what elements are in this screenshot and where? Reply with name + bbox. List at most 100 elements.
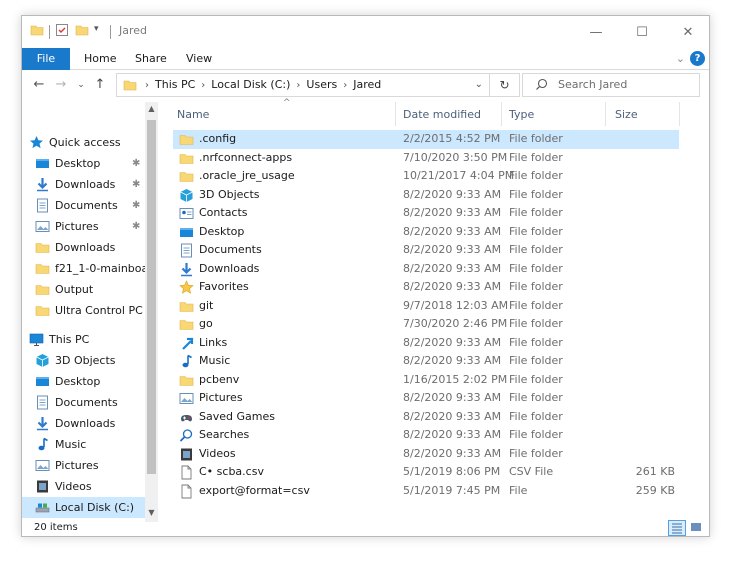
sidebar-item-label: Music: [55, 438, 87, 451]
file-name: .oracle_jre_usage: [199, 169, 295, 182]
documents-icon: [35, 198, 50, 216]
tab-file[interactable]: File: [22, 48, 70, 70]
file-row[interactable]: Desktop 8/2/2020 9:33 AM File folder: [173, 223, 679, 242]
ribbon-tabs: File Home Share View ⌄ ?: [22, 48, 709, 70]
properties-quick-icon[interactable]: [55, 23, 69, 40]
breadcrumb-jared[interactable]: Jared: [353, 78, 381, 91]
up-button[interactable]: ↑: [91, 75, 109, 95]
file-row[interactable]: Links 8/2/2020 9:33 AM File folder: [173, 334, 679, 353]
large-icons-view-button[interactable]: [688, 520, 706, 536]
sidebar-item-videos[interactable]: Videos: [22, 476, 146, 497]
tab-view[interactable]: View: [186, 48, 212, 70]
file-row[interactable]: .nrfconnect-apps 7/10/2020 3:50 PM File fo…: [173, 149, 679, 168]
recent-locations-button[interactable]: ⌄: [72, 75, 90, 95]
sidebar-item-quick-access[interactable]: Quick access: [22, 132, 146, 153]
address-dropdown-icon[interactable]: ⌄: [475, 74, 483, 96]
new-folder-quick-icon[interactable]: [75, 23, 89, 40]
file-row[interactable]: Pictures 8/2/2020 9:33 AM File folder: [173, 389, 679, 408]
documents-icon: [35, 395, 50, 413]
file-row[interactable]: pcbenv 1/16/2015 2:02 PM File folder: [173, 371, 679, 390]
column-header-type[interactable]: Type: [509, 102, 534, 128]
sidebar-item-label: Pictures: [55, 459, 99, 472]
file-row[interactable]: .config 2/2/2015 4:52 PM File folder: [173, 130, 679, 149]
file-row[interactable]: Contacts 8/2/2020 9:33 AM File folder: [173, 204, 679, 223]
chevron-right-icon[interactable]: ›: [145, 80, 149, 91]
sidebar-item-downloads[interactable]: Downloads: [22, 413, 146, 434]
sidebar-item-ultra-control-pc[interactable]: Ultra Control PC: [22, 300, 146, 321]
breadcrumb-users[interactable]: Users: [306, 78, 337, 91]
folder-icon: [123, 78, 137, 95]
sidebar-item-3d-objects[interactable]: 3D Objects: [22, 350, 146, 371]
breadcrumb-local-disk[interactable]: Local Disk (C:): [211, 78, 290, 91]
file-row[interactable]: Videos 8/2/2020 9:33 AM File folder: [173, 445, 679, 464]
file-row[interactable]: Searches 8/2/2020 9:33 AM File folder: [173, 426, 679, 445]
file-row[interactable]: Favorites 8/2/2020 9:33 AM File folder: [173, 278, 679, 297]
chevron-right-icon[interactable]: ›: [296, 80, 300, 91]
sidebar-item-label: Downloads: [55, 241, 116, 254]
customize-quick-access-icon[interactable]: ▾: [94, 24, 99, 34]
downloads-icon: [35, 416, 50, 434]
sidebar-item-downloads[interactable]: Downloads: [22, 237, 146, 258]
file-type: File folder: [509, 335, 563, 349]
minimize-button[interactable]: —: [573, 16, 619, 48]
sidebar-item-documents[interactable]: Documents: [22, 392, 146, 413]
tab-share[interactable]: Share: [135, 48, 167, 70]
file-row[interactable]: .oracle_jre_usage 10/21/2017 4:04 PM File …: [173, 167, 679, 186]
sidebar-item-downloads[interactable]: Downloads ✱: [22, 174, 146, 195]
sidebar-item-documents[interactable]: Documents ✱: [22, 195, 146, 216]
file-row[interactable]: go 7/30/2020 2:46 PM File folder: [173, 315, 679, 334]
sidebar-item-label: Desktop: [55, 375, 101, 388]
back-button[interactable]: ←: [30, 75, 48, 95]
tab-home[interactable]: Home: [84, 48, 116, 70]
file-name: Contacts: [199, 206, 248, 219]
refresh-button[interactable]: ↻: [490, 73, 520, 97]
column-header-name[interactable]: Name: [177, 102, 209, 128]
file-row[interactable]: C• scba.csv 5/1/2019 8:06 PM CSV File 261 K…: [173, 463, 679, 482]
scroll-up-icon[interactable]: ▲: [145, 104, 158, 113]
column-header-size[interactable]: Size: [615, 102, 638, 128]
file-row[interactable]: export@format=csv 5/1/2019 7:45 PM File 259…: [173, 482, 679, 501]
file-date-modified: 7/30/2020 2:46 PM: [403, 317, 508, 330]
file-type: File folder: [509, 150, 563, 164]
file-name: git: [199, 298, 214, 312]
sidebar-item-output[interactable]: Output: [22, 279, 146, 300]
sidebar-item-pictures[interactable]: Pictures: [22, 455, 146, 476]
maximize-button[interactable]: ☐: [619, 16, 665, 48]
sidebar-item-desktop[interactable]: Desktop ✱: [22, 153, 146, 174]
file-row[interactable]: Music 8/2/2020 9:33 AM File folder: [173, 352, 679, 371]
chevron-right-icon[interactable]: ›: [201, 80, 205, 91]
file-type: File folder: [509, 298, 563, 312]
file-row[interactable]: git 9/7/2018 12:03 AM File folder: [173, 297, 679, 316]
file-date-modified: 8/2/2020 9:33 AM: [403, 446, 502, 460]
folder-icon: [35, 261, 50, 279]
column-header-date[interactable]: Date modified: [403, 102, 481, 128]
file-date-modified: 8/2/2020 9:33 AM: [403, 261, 502, 275]
sidebar-item-pictures[interactable]: Pictures ✱: [22, 216, 146, 237]
file-row[interactable]: Downloads 8/2/2020 9:33 AM File folder: [173, 260, 679, 279]
scroll-down-icon[interactable]: ▼: [145, 508, 158, 517]
file-row[interactable]: Saved Games 8/2/2020 9:33 AM File folder: [173, 408, 679, 427]
expand-ribbon-icon[interactable]: ⌄: [676, 52, 685, 65]
close-button[interactable]: ✕: [665, 16, 709, 48]
file-row[interactable]: Documents 8/2/2020 9:33 AM File folder: [173, 241, 679, 260]
3d-objects-icon: [35, 353, 50, 371]
chevron-right-icon[interactable]: ›: [343, 80, 347, 91]
sidebar-item-this-pc[interactable]: This PC: [22, 329, 146, 350]
nav-scrollbar[interactable]: ▲ ▼: [145, 102, 158, 522]
details-view-button[interactable]: [668, 520, 686, 536]
sidebar-item-local-disk-c[interactable]: Local Disk (C:): [22, 497, 146, 518]
forward-button[interactable]: →: [52, 75, 70, 95]
breadcrumb: › This PC › Local Disk (C:) › Users › Jared: [145, 74, 381, 96]
file-type: File: [509, 483, 528, 497]
address-bar[interactable]: › This PC › Local Disk (C:) › Users › Jared ⌄: [116, 73, 490, 97]
file-date-modified: 8/2/2020 9:33 AM: [403, 428, 502, 441]
sidebar-item-music[interactable]: Music: [22, 434, 146, 455]
sidebar-item-desktop[interactable]: Desktop: [22, 371, 146, 392]
search-input[interactable]: Search Jared: [522, 73, 700, 97]
breadcrumb-this-pc[interactable]: This PC: [155, 78, 195, 91]
help-button[interactable]: ?: [690, 51, 705, 66]
nav-scroll-thumb[interactable]: [147, 120, 156, 474]
file-row[interactable]: 3D Objects 8/2/2020 9:33 AM File folder: [173, 186, 679, 205]
file-date-modified: 8/2/2020 9:33 AM: [403, 391, 502, 404]
sidebar-item-f21-1-0-mainboa[interactable]: f21_1-0-mainboa: [22, 258, 146, 279]
